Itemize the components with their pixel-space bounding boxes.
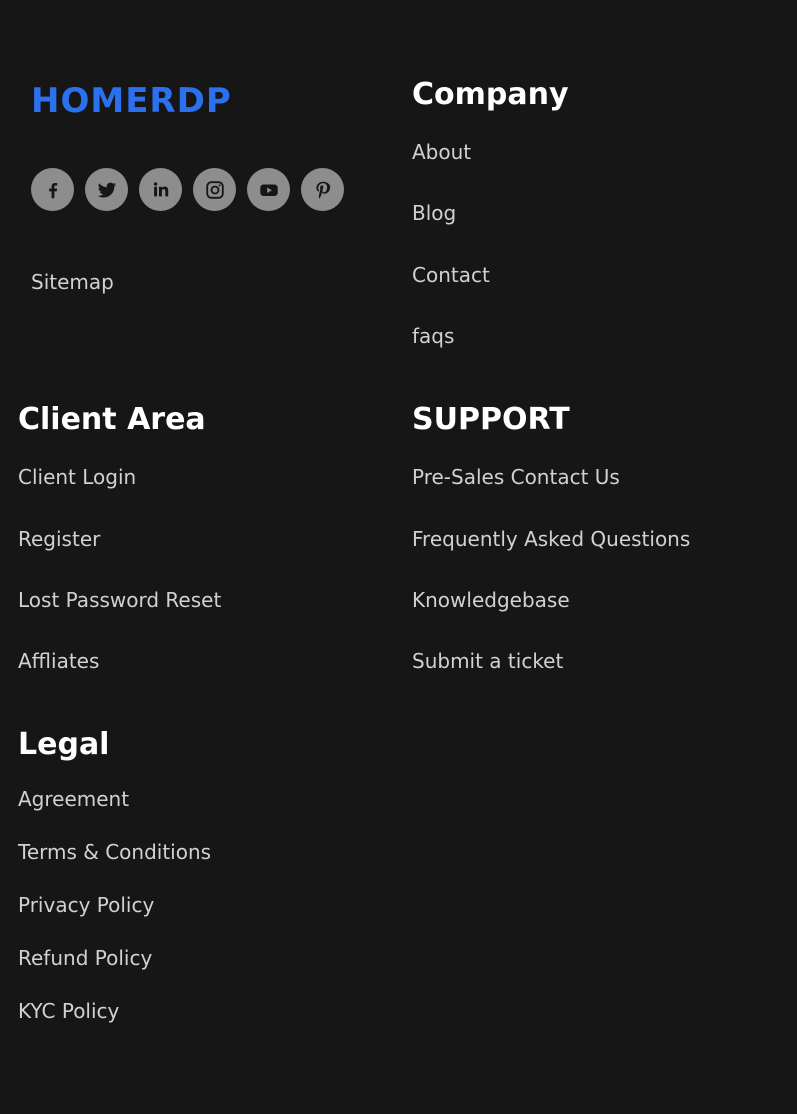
- linkedin-icon: [150, 179, 172, 201]
- lost-password-reset-link[interactable]: Lost Password Reset: [18, 588, 221, 612]
- twitter-icon: [96, 179, 118, 201]
- homerdp-logo[interactable]: HOMERDP: [31, 82, 232, 120]
- company-link-faqs[interactable]: faqs: [412, 324, 454, 348]
- facebook-link[interactable]: [31, 168, 74, 211]
- terms-conditions-link[interactable]: Terms & Conditions: [18, 840, 211, 864]
- sitemap-link[interactable]: Sitemap: [31, 270, 114, 294]
- youtube-icon: [258, 179, 280, 201]
- faq-link[interactable]: Frequently Asked Questions: [412, 527, 690, 551]
- pinterest-link[interactable]: [301, 168, 344, 211]
- logo-text: HOMERDP: [31, 81, 232, 121]
- social-links: [31, 168, 344, 211]
- support-heading: SUPPORT: [412, 402, 570, 437]
- company-link-contact[interactable]: Contact: [412, 263, 490, 287]
- legal-heading: Legal: [18, 727, 110, 762]
- pre-sales-contact-link[interactable]: Pre-Sales Contact Us: [412, 465, 620, 489]
- client-login-link[interactable]: Client Login: [18, 465, 136, 489]
- instagram-icon: [204, 179, 226, 201]
- client-area-heading: Client Area: [18, 402, 206, 437]
- agreement-link[interactable]: Agreement: [18, 787, 129, 811]
- affiliates-link[interactable]: Affliates: [18, 649, 99, 673]
- company-link-about[interactable]: About: [412, 140, 471, 164]
- twitter-link[interactable]: [85, 168, 128, 211]
- company-heading: Company: [412, 77, 569, 112]
- instagram-link[interactable]: [193, 168, 236, 211]
- company-link-blog[interactable]: Blog: [412, 201, 456, 225]
- kyc-policy-link[interactable]: KYC Policy: [18, 999, 119, 1023]
- submit-ticket-link[interactable]: Submit a ticket: [412, 649, 563, 673]
- facebook-icon: [42, 179, 64, 201]
- knowledgebase-link[interactable]: Knowledgebase: [412, 588, 570, 612]
- youtube-link[interactable]: [247, 168, 290, 211]
- register-link[interactable]: Register: [18, 527, 100, 551]
- refund-policy-link[interactable]: Refund Policy: [18, 946, 152, 970]
- pinterest-icon: [312, 179, 334, 201]
- privacy-policy-link[interactable]: Privacy Policy: [18, 893, 154, 917]
- linkedin-link[interactable]: [139, 168, 182, 211]
